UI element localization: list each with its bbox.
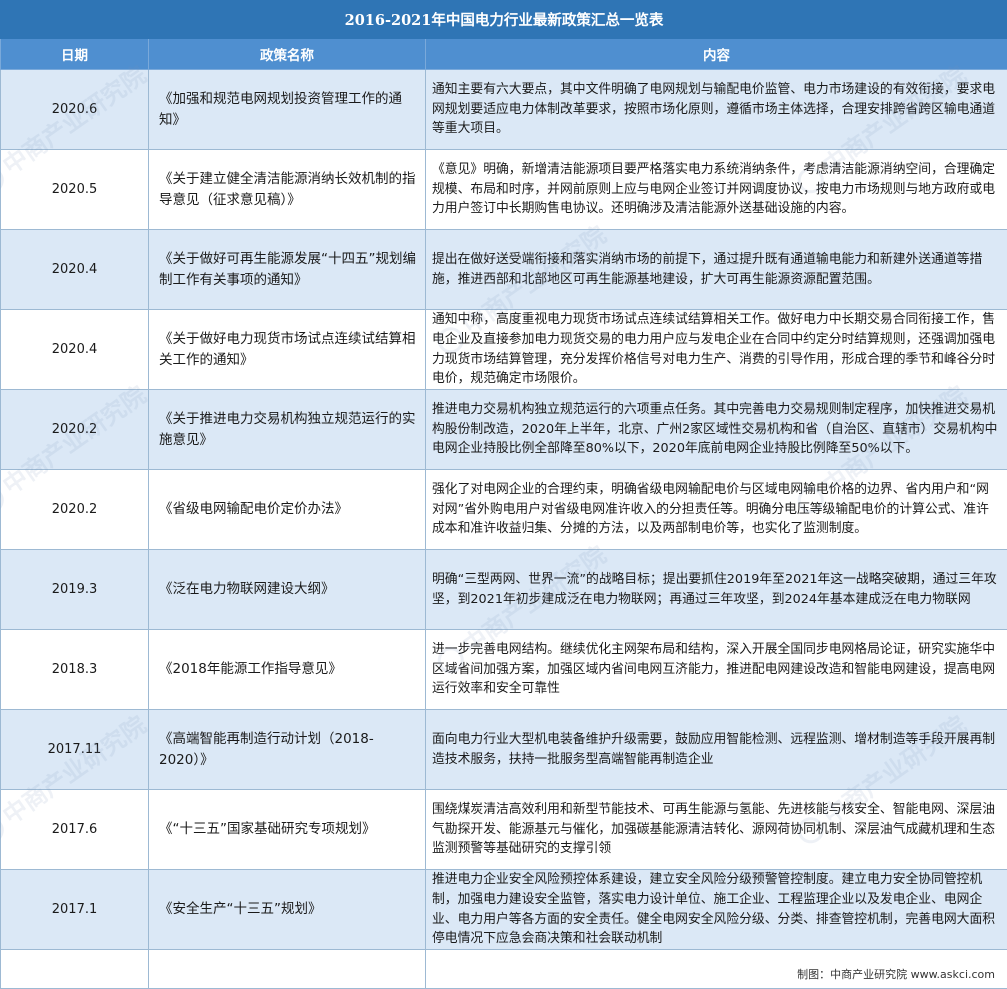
column-header-date: 日期 [1,39,149,70]
footer-empty-cell [1,950,149,989]
table-row: 2020.5 《关于建立健全清洁能源消纳长效机制的指导意见（征求意见稿）》 《意… [1,150,1007,230]
row-date: 2020.5 [1,150,149,230]
title-row: 2016-2021年中国电力行业最新政策汇总一览表 [1,1,1007,39]
table-row: 2020.4 《关于做好电力现货市场试点连续试结算相关工作的通知》 通知中称，高… [1,310,1007,390]
row-policy-name: 《关于做好电力现货市场试点连续试结算相关工作的通知》 [149,310,426,390]
row-content: 明确“三型两网、世界一流”的战略目标；提出要抓住2019年至2021年这一战略突… [426,550,1007,630]
row-content: 围绕煤炭清洁高效利用和新型节能技术、可再生能源与氢能、先进核能与核安全、智能电网… [426,790,1007,870]
row-policy-name: 《省级电网输配电价定价办法》 [149,470,426,550]
table-row: 2020.4 《关于做好可再生能源发展“十四五”规划编制工作有关事项的通知》 提… [1,230,1007,310]
row-content: 面向电力行业大型机电装备维护升级需要，鼓励应用智能检测、远程监测、增材制造等手段… [426,710,1007,790]
row-date: 2017.6 [1,790,149,870]
row-policy-name: 《加强和规范电网规划投资管理工作的通知》 [149,70,426,150]
table-row: 2017.1 《安全生产“十三五”规划》 推进电力企业安全风险预控体系建设，建立… [1,870,1007,950]
row-policy-name: 《“十三五”国家基础研究专项规划》 [149,790,426,870]
table-row: 2017.11 《高端智能再制造行动计划（2018-2020）》 面向电力行业大… [1,710,1007,790]
row-date: 2017.1 [1,870,149,950]
row-date: 2018.3 [1,630,149,710]
row-date: 2020.4 [1,230,149,310]
row-date: 2017.11 [1,710,149,790]
row-policy-name: 《高端智能再制造行动计划（2018-2020）》 [149,710,426,790]
table-row: 2017.6 《“十三五”国家基础研究专项规划》 围绕煤炭清洁高效利用和新型节能… [1,790,1007,870]
row-content: 进一步完善电网结构。继续优化主网架布局和结构，深入开展全国同步电网格局论证，研究… [426,630,1007,710]
row-policy-name: 《关于建立健全清洁能源消纳长效机制的指导意见（征求意见稿）》 [149,150,426,230]
column-header-content: 内容 [426,39,1007,70]
row-content: 《意见》明确，新增清洁能源项目要严格落实电力系统消纳条件，考虑清洁能源消纳空间，… [426,150,1007,230]
row-date: 2020.2 [1,470,149,550]
policy-table: 2016-2021年中国电力行业最新政策汇总一览表 日期 政策名称 内容 202… [0,0,1007,989]
table-row: 2020.6 《加强和规范电网规划投资管理工作的通知》 通知主要有六大要点，其中… [1,70,1007,150]
row-content: 推进电力企业安全风险预控体系建设，建立安全风险分级预警管控制度。建立电力安全协同… [426,870,1007,950]
table-row: 2019.3 《泛在电力物联网建设大纲》 明确“三型两网、世界一流”的战略目标；… [1,550,1007,630]
footer-row: 制图：中商产业研究院 www.askci.com [1,950,1007,989]
row-date: 2020.6 [1,70,149,150]
row-content: 强化了对电网企业的合理约束，明确省级电网输配电价与区域电网输电价格的边界、省内用… [426,470,1007,550]
header-row: 日期 政策名称 内容 [1,39,1007,70]
row-policy-name: 《关于做好可再生能源发展“十四五”规划编制工作有关事项的通知》 [149,230,426,310]
row-policy-name: 《安全生产“十三五”规划》 [149,870,426,950]
row-content: 通知中称，高度重视电力现货市场试点连续试结算相关工作。做好电力中长期交易合同衔接… [426,310,1007,390]
row-content: 推进电力交易机构独立规范运行的六项重点任务。其中完善电力交易规则制定程序，加快推… [426,390,1007,470]
table-row: 2018.3 《2018年能源工作指导意见》 进一步完善电网结构。继续优化主网架… [1,630,1007,710]
table-row: 2020.2 《省级电网输配电价定价办法》 强化了对电网企业的合理约束，明确省级… [1,470,1007,550]
row-date: 2020.4 [1,310,149,390]
row-content: 提出在做好送受端衔接和落实消纳市场的前提下，通过提升既有通道输电能力和新建外送通… [426,230,1007,310]
table-title: 2016-2021年中国电力行业最新政策汇总一览表 [1,1,1007,39]
source-credit: 制图：中商产业研究院 www.askci.com [426,950,1007,989]
row-date: 2019.3 [1,550,149,630]
row-policy-name: 《2018年能源工作指导意见》 [149,630,426,710]
row-policy-name: 《泛在电力物联网建设大纲》 [149,550,426,630]
row-content: 通知主要有六大要点，其中文件明确了电网规划与输配电价监管、电力市场建设的有效衔接… [426,70,1007,150]
row-policy-name: 《关于推进电力交易机构独立规范运行的实施意见》 [149,390,426,470]
row-date: 2020.2 [1,390,149,470]
column-header-name: 政策名称 [149,39,426,70]
footer-empty-cell [149,950,426,989]
table-row: 2020.2 《关于推进电力交易机构独立规范运行的实施意见》 推进电力交易机构独… [1,390,1007,470]
page: 2016-2021年中国电力行业最新政策汇总一览表 日期 政策名称 内容 202… [0,0,1007,987]
